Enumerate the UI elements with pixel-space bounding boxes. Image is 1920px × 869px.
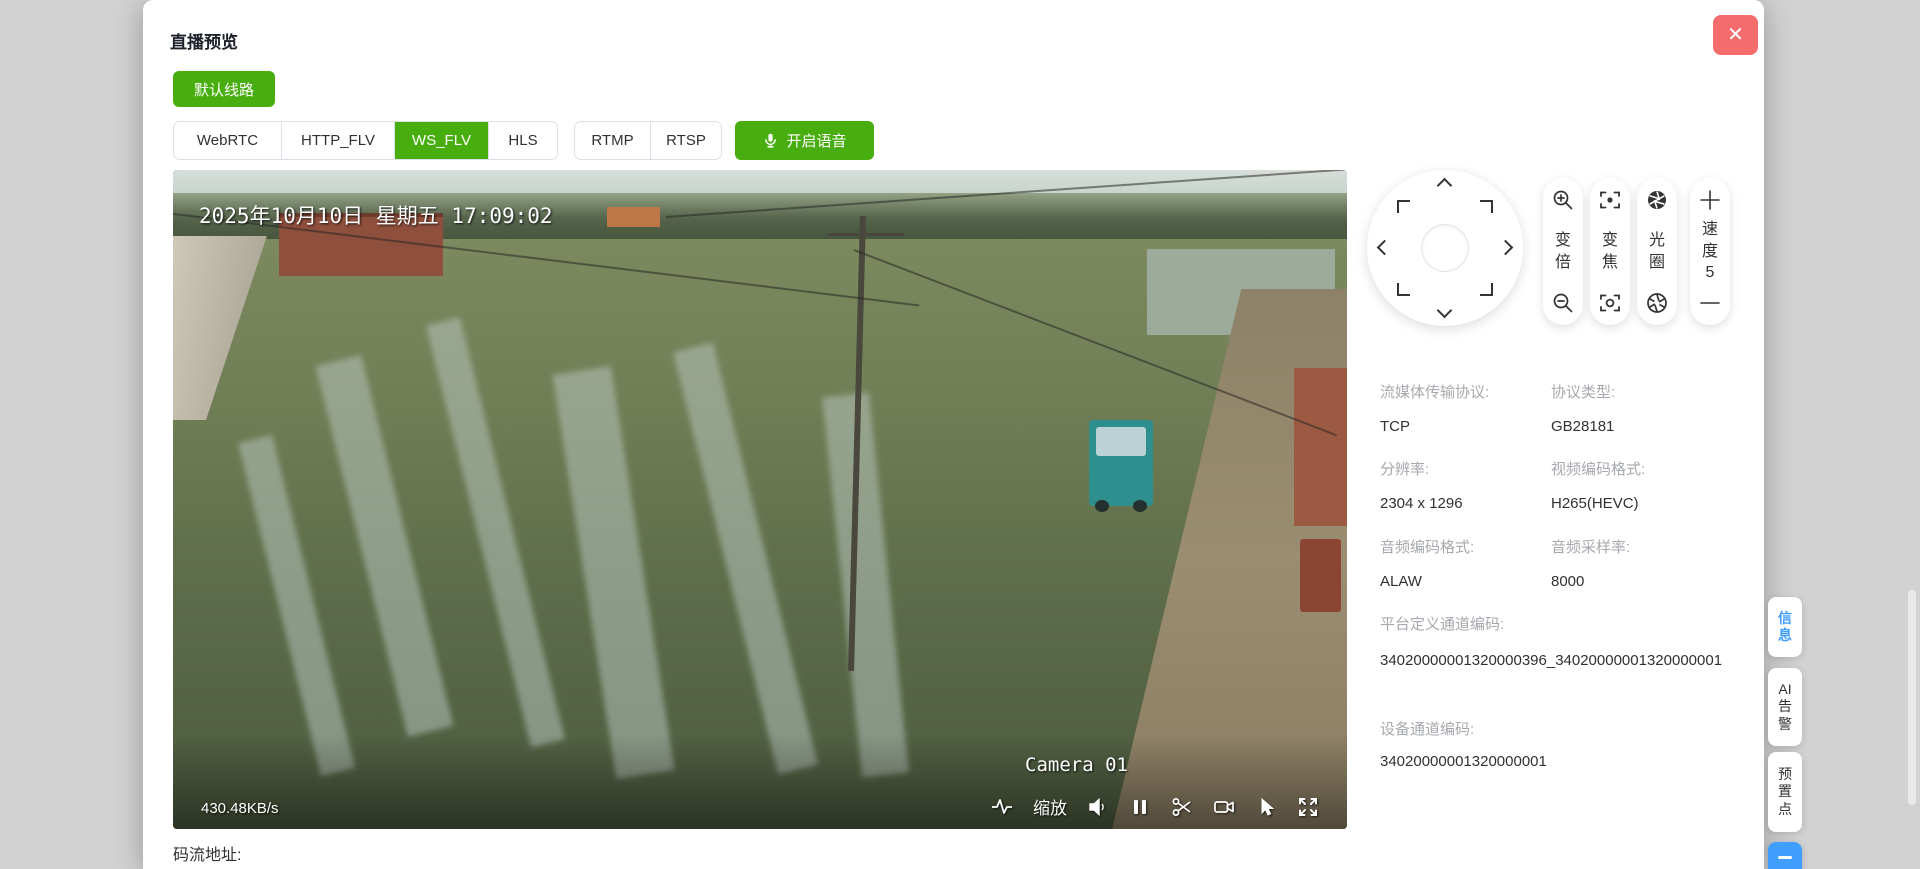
side-tab-ai-alarm-label: AI告警 — [1777, 681, 1793, 734]
ptz-iris-label: 光圈 — [1648, 230, 1666, 273]
video-codec-label: 视频编码格式: — [1551, 458, 1645, 479]
side-tab-info[interactable]: 信息 — [1768, 597, 1802, 657]
ptz-down-icon[interactable] — [1437, 303, 1453, 319]
protocol-type-label: 协议类型: — [1551, 381, 1615, 402]
ptz-focus-label: 变焦 — [1601, 230, 1619, 273]
ptz-up-icon[interactable] — [1437, 178, 1453, 194]
platform-channel-code-label: 平台定义通道编码: — [1380, 613, 1504, 634]
iris-open-icon[interactable] — [1645, 291, 1669, 315]
side-tab-preset-label: 预置点 — [1777, 766, 1793, 819]
platform-channel-code-value: 34020000001320000396_3402000000132000000… — [1380, 646, 1735, 675]
tab-ws-flv[interactable]: WS_FLV — [394, 122, 488, 159]
media-transport-protocol-value: TCP — [1380, 418, 1410, 435]
resolution-label: 分辨率: — [1380, 458, 1429, 479]
camera-name-overlay: Camera 01 — [1025, 754, 1128, 776]
player-control-bar: 缩放 — [991, 794, 1319, 819]
ptz-right-icon[interactable] — [1498, 240, 1514, 256]
device-channel-code-label: 设备通道编码: — [1380, 718, 1474, 739]
video-frame-cart — [1300, 539, 1341, 611]
device-channel-code-value: 34020000001320000001 — [1380, 753, 1547, 770]
default-line-button[interactable]: 默认线路 — [173, 71, 275, 107]
microphone-icon — [762, 132, 779, 149]
side-tab-ai-alarm[interactable]: AI告警 — [1768, 668, 1802, 746]
focus-far-icon[interactable] — [1598, 291, 1622, 315]
stream-stats-icon[interactable] — [991, 796, 1013, 818]
side-tab-info-label: 信息 — [1777, 610, 1793, 645]
enable-voice-label: 开启语音 — [786, 130, 846, 151]
video-player[interactable]: 2025年10月10日 星期五 17:09:02 Camera 01 430.4… — [173, 170, 1347, 829]
protocol-tab-group-2: RTMP RTSP — [574, 121, 722, 160]
page-scrollbar-thumb[interactable] — [1908, 590, 1916, 805]
digital-zoom-button[interactable]: 缩放 — [1033, 794, 1067, 819]
ptz-zoom-control: 变倍 — [1543, 178, 1583, 325]
audio-sample-rate-value: 8000 — [1551, 573, 1584, 590]
fullscreen-icon[interactable] — [1297, 796, 1319, 818]
protocol-type-value: GB28181 — [1551, 418, 1614, 435]
focus-near-icon[interactable] — [1598, 188, 1622, 212]
ptz-up-right-icon[interactable] — [1480, 200, 1493, 213]
tab-http-flv[interactable]: HTTP_FLV — [281, 122, 394, 159]
stream-url-label: 码流地址: — [173, 841, 241, 865]
ptz-speed-value: 5 — [1701, 262, 1719, 284]
ptz-iris-control: 光圈 — [1637, 178, 1677, 325]
ptz-left-icon[interactable] — [1377, 240, 1393, 256]
audio-codec-label: 音频编码格式: — [1380, 536, 1474, 557]
ptz-zoom-label: 变倍 — [1554, 230, 1572, 273]
media-transport-protocol-label: 流媒体传输协议: — [1380, 381, 1489, 402]
speed-increase-icon[interactable] — [1698, 188, 1722, 212]
volume-icon[interactable] — [1087, 796, 1109, 818]
audio-codec-value: ALAW — [1380, 573, 1422, 590]
video-timestamp-overlay: 2025年10月10日 星期五 17:09:02 — [199, 200, 553, 230]
video-frame-truck — [1089, 420, 1154, 506]
ptz-speed-label: 速度 — [1701, 219, 1719, 262]
ptz-knob[interactable] — [1421, 224, 1469, 272]
video-frame-brick-wall — [1294, 368, 1347, 526]
record-icon[interactable] — [1213, 796, 1235, 818]
ptz-down-left-icon[interactable] — [1397, 283, 1410, 296]
collapsed-tab-icon — [1778, 856, 1792, 859]
video-frame-roof — [607, 207, 660, 227]
side-tab-preset[interactable]: 预置点 — [1768, 752, 1802, 832]
tab-hls[interactable]: HLS — [488, 122, 557, 159]
enable-voice-button[interactable]: 开启语音 — [735, 121, 874, 160]
zoom-in-icon[interactable] — [1551, 188, 1575, 212]
audio-sample-rate-label: 音频采样率: — [1551, 536, 1630, 557]
side-tab-collapsed-blue[interactable] — [1768, 842, 1802, 869]
ptz-direction-pad[interactable] — [1367, 170, 1523, 326]
pause-icon[interactable] — [1129, 796, 1151, 818]
ptz-focus-control: 变焦 — [1590, 178, 1630, 325]
page-title: 直播预览 — [170, 28, 238, 53]
protocol-tab-group-1: WebRTC HTTP_FLV WS_FLV HLS — [173, 121, 558, 160]
close-button[interactable]: ✕ — [1713, 15, 1758, 55]
ptz-speed-control: 速度 5 — [1690, 178, 1730, 325]
live-preview-dialog: 直播预览 ✕ 默认线路 WebRTC HTTP_FLV WS_FLV HLS R… — [143, 0, 1764, 869]
video-codec-value: H265(HEVC) — [1551, 495, 1639, 512]
tab-rtmp[interactable]: RTMP — [575, 122, 650, 159]
close-icon: ✕ — [1727, 24, 1744, 46]
speed-decrease-icon[interactable] — [1698, 291, 1722, 315]
ptz-down-right-icon[interactable] — [1480, 283, 1493, 296]
ptz-up-left-icon[interactable] — [1397, 200, 1410, 213]
bitrate-overlay: 430.48KB/s — [201, 800, 279, 817]
tab-webrtc[interactable]: WebRTC — [174, 122, 281, 159]
resolution-value: 2304 x 1296 — [1380, 495, 1463, 512]
default-line-label: 默认线路 — [194, 79, 254, 100]
iris-close-icon[interactable] — [1645, 188, 1669, 212]
pointer-icon[interactable] — [1255, 796, 1277, 818]
tab-rtsp[interactable]: RTSP — [650, 122, 721, 159]
zoom-out-icon[interactable] — [1551, 291, 1575, 315]
snapshot-scissors-icon[interactable] — [1171, 796, 1193, 818]
